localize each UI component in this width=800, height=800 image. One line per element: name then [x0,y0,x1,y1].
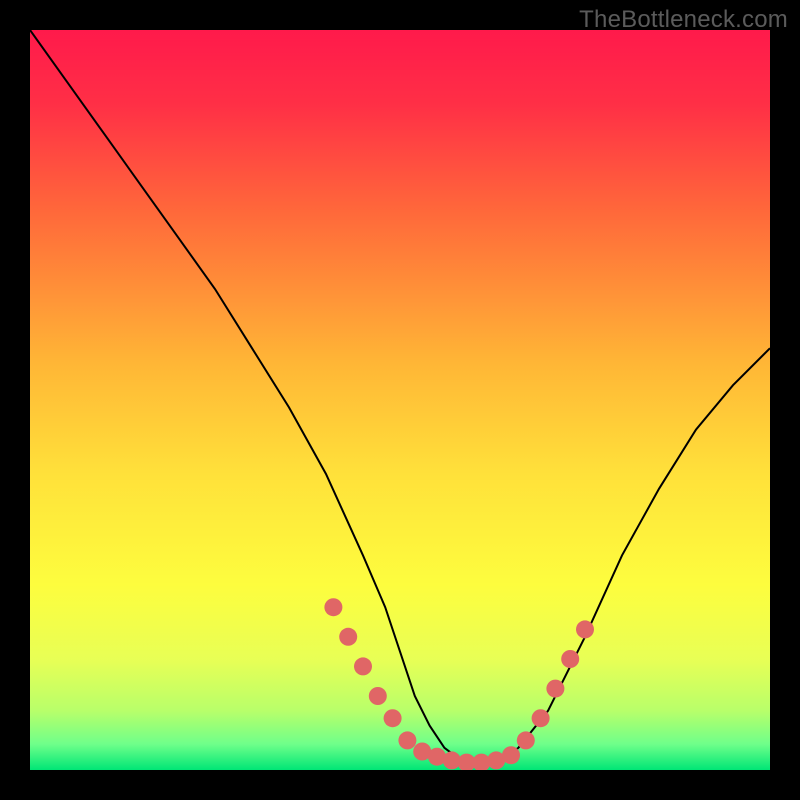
highlight-dot [502,746,520,764]
highlight-dot [369,687,387,705]
chart-svg [30,30,770,770]
highlight-dot [576,620,594,638]
gradient-background [30,30,770,770]
highlight-dot [384,709,402,727]
highlight-dot [354,657,372,675]
highlight-dot [546,680,564,698]
highlight-dot [398,731,416,749]
highlight-dot [517,731,535,749]
plot-area [30,30,770,770]
highlight-dot [532,709,550,727]
highlight-dot [561,650,579,668]
highlight-dot [339,628,357,646]
chart-frame: TheBottleneck.com [0,0,800,800]
highlight-dot [324,598,342,616]
